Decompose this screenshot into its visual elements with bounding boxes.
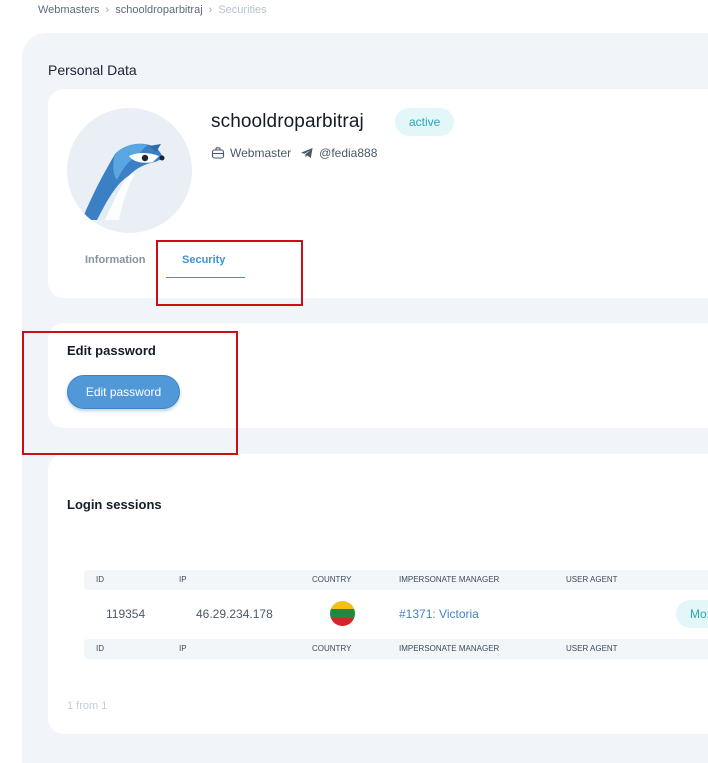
section-title: Personal Data: [48, 62, 137, 78]
chevron-right-icon: ›: [105, 4, 110, 16]
column-footer-ip: IP: [179, 644, 187, 653]
column-header-country[interactable]: COUNTRY: [312, 570, 351, 590]
column-footer-manager: IMPERSONATE MANAGER: [399, 644, 500, 653]
tab-information[interactable]: Information: [85, 254, 146, 266]
breadcrumb: Webmasters › schooldroparbitraj › Securi…: [38, 4, 267, 16]
pagination-info: 1 from 1: [67, 700, 108, 712]
column-footer-user-agent: USER AGENT: [566, 644, 618, 653]
column-header-user-agent[interactable]: USER AGENT: [566, 570, 618, 590]
profile-username: schooldroparbitraj: [211, 111, 364, 132]
session-id: 119354: [106, 607, 146, 621]
session-ip: 46.29.234.178: [196, 607, 273, 621]
table-row: 119354 46.29.234.178 #1371: Victoria Mo:: [84, 600, 708, 628]
column-header-manager[interactable]: IMPERSONATE MANAGER: [399, 570, 499, 590]
avatar: [67, 108, 192, 233]
briefcase-icon: [211, 147, 225, 159]
telegram-icon: [301, 148, 313, 158]
table-footer-header: ID IP COUNTRY IMPERSONATE MANAGER USER A…: [84, 639, 708, 659]
column-footer-id: ID: [96, 644, 104, 653]
session-manager-link[interactable]: #1371: Victoria: [399, 600, 479, 628]
session-user-agent: Mo:: [676, 600, 708, 628]
breadcrumb-item-webmasters[interactable]: Webmasters: [38, 4, 100, 16]
profile-meta: Webmaster @fedia888: [211, 146, 377, 160]
chevron-right-icon: ›: [208, 4, 213, 16]
highlight-box-edit-password: [22, 331, 238, 455]
status-badge: active: [395, 108, 455, 136]
lithuania-flag-icon: [330, 601, 355, 626]
breadcrumb-item-user[interactable]: schooldroparbitraj: [115, 4, 202, 16]
login-sessions-card: [48, 454, 708, 734]
column-header-ip[interactable]: IP: [179, 570, 187, 590]
column-header-id[interactable]: ID: [96, 570, 104, 590]
highlight-box-security-tab: [156, 240, 303, 306]
column-footer-country: COUNTRY: [312, 644, 352, 653]
login-sessions-title: Login sessions: [67, 497, 162, 512]
fennec-logo-icon: [82, 143, 165, 220]
profile-telegram[interactable]: @fedia888: [319, 146, 377, 160]
profile-role: Webmaster: [230, 146, 292, 160]
breadcrumb-item-current: Securities: [218, 4, 267, 16]
table-header: ID IP COUNTRY IMPERSONATE MANAGER USER A…: [84, 570, 708, 590]
